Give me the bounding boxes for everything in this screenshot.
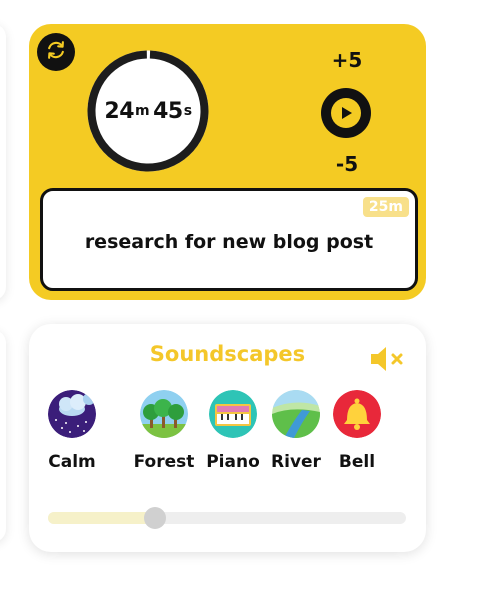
forest-icon — [140, 390, 188, 438]
sound-label-forest: Forest — [133, 452, 195, 472]
sound-forest[interactable]: Forest — [132, 390, 196, 472]
sound-label-bell: Bell — [338, 452, 376, 472]
minutes-value: 24 — [104, 98, 135, 124]
sound-calm[interactable]: Calm — [40, 390, 104, 472]
volume-slider-fill — [48, 512, 156, 524]
play-icon — [331, 98, 361, 128]
adjacent-card-bottom — [0, 330, 6, 542]
mute-button[interactable] — [369, 344, 407, 374]
adjacent-card-top — [0, 24, 6, 300]
sound-label-piano: Piano — [206, 452, 260, 472]
sound-piano[interactable]: Piano — [201, 390, 265, 472]
piano-icon — [209, 390, 257, 438]
duration-badge: 25m — [362, 197, 409, 217]
volume-slider[interactable] — [48, 507, 406, 529]
task-text: research for new blog post — [84, 230, 374, 253]
river-icon — [272, 390, 320, 438]
sound-label-calm: Calm — [48, 452, 96, 472]
add-five-minutes-button[interactable]: +5 — [317, 48, 377, 72]
soundscapes-title: Soundscapes — [149, 342, 306, 366]
refresh-icon — [45, 39, 67, 65]
task-input[interactable]: 25m research for new blog post — [40, 188, 418, 291]
volume-slider-thumb[interactable] — [144, 507, 167, 529]
reset-button[interactable] — [37, 33, 75, 71]
time-readout: 24 m 45 s — [86, 49, 210, 173]
timer-card: 24 m 45 s +5 -5 25m research for new blo… — [29, 24, 426, 300]
subtract-five-minutes-button[interactable]: -5 — [317, 152, 377, 176]
speaker-muted-icon — [369, 347, 407, 378]
seconds-unit: s — [183, 103, 192, 119]
sound-label-river: River — [271, 452, 321, 472]
sound-bell[interactable]: Bell — [325, 390, 389, 472]
seconds-value: 45 — [153, 98, 183, 124]
play-button[interactable] — [321, 88, 371, 138]
bell-icon — [333, 390, 381, 438]
sound-river[interactable]: River — [264, 390, 328, 472]
soundscapes-card: Soundscapes Calm Forest Piano River Bell — [29, 324, 426, 552]
calm-night-icon — [48, 390, 96, 438]
minutes-unit: m — [135, 103, 150, 119]
timer-ring: 24 m 45 s — [86, 49, 210, 173]
